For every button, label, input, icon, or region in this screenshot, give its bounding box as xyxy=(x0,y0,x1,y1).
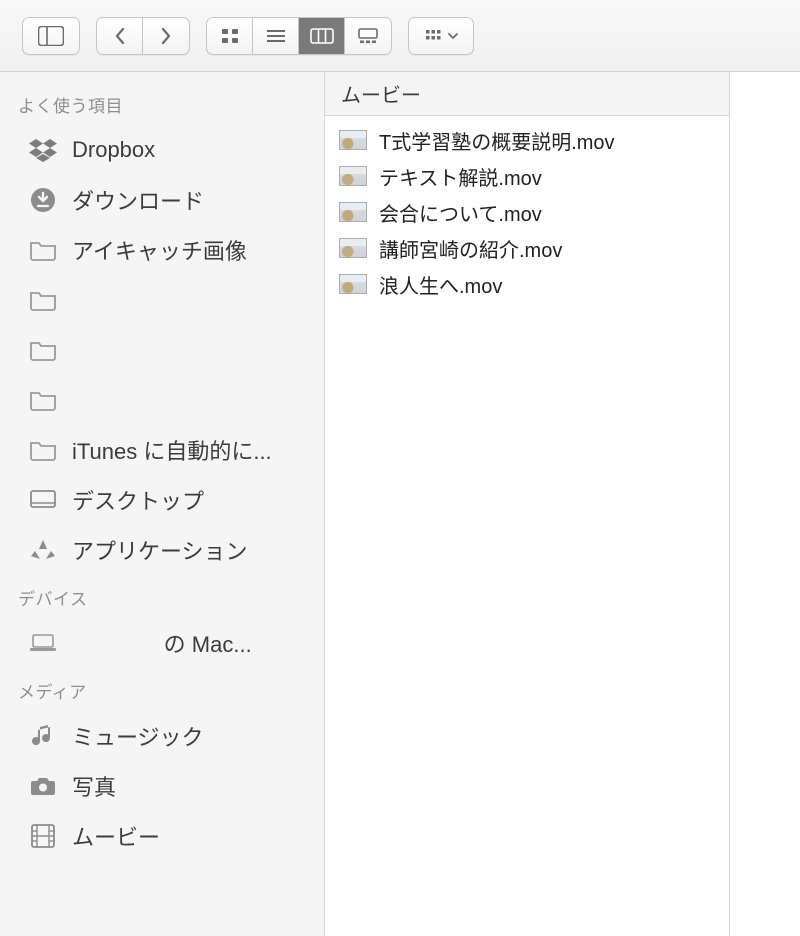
sidebar-item-label: アプリケーション xyxy=(72,534,248,566)
sidebar-item-label: ダウンロード xyxy=(72,184,204,216)
sidebar-item-folder-1[interactable]: アイキャッチ画像 xyxy=(0,225,324,275)
dropbox-icon xyxy=(28,135,58,165)
file-name: T式学習塾の概要説明.mov xyxy=(379,126,615,155)
view-column-button[interactable] xyxy=(299,18,345,54)
toolbar xyxy=(0,0,800,72)
file-item[interactable]: T式学習塾の概要説明.mov xyxy=(325,122,729,158)
video-thumbnail-icon xyxy=(339,202,367,222)
film-icon xyxy=(28,821,58,851)
view-gallery-button[interactable] xyxy=(345,18,391,54)
column-header: ムービー xyxy=(325,72,729,116)
folder-icon xyxy=(28,235,58,265)
file-name: 浪人生へ.mov xyxy=(379,270,502,299)
file-name: テキスト解説.mov xyxy=(379,162,542,191)
sidebar-item-music[interactable]: ミュージック xyxy=(0,711,324,761)
sidebar-item-desktop[interactable]: デスクトップ xyxy=(0,475,324,525)
sidebar-item-photos[interactable]: 写真 xyxy=(0,761,324,811)
sidebar-item-label: ムービー xyxy=(72,820,160,852)
finder-window: よく使う項目 Dropbox ダウンロード アイキャッチ画像 xyxy=(0,0,800,936)
sidebar-section-favorites: よく使う項目 xyxy=(0,82,324,125)
view-list-button[interactable] xyxy=(253,18,299,54)
sidebar-item-mac[interactable]: の Mac... xyxy=(0,618,324,668)
sidebar-item-applications[interactable]: アプリケーション xyxy=(0,525,324,575)
chevron-down-icon xyxy=(448,32,458,40)
preview-column xyxy=(730,72,800,936)
sidebar-item-folder-4[interactable] xyxy=(0,375,324,425)
sidebar-item-dropbox[interactable]: Dropbox xyxy=(0,125,324,175)
nav-group xyxy=(96,17,190,55)
sidebar-item-label: 写真 xyxy=(72,770,116,802)
sidebar-icon xyxy=(38,26,64,46)
gallery-icon xyxy=(357,27,379,45)
sidebar-item-folder-3[interactable] xyxy=(0,325,324,375)
back-button[interactable] xyxy=(97,18,143,54)
arrange-button[interactable] xyxy=(409,18,473,54)
view-mode-group xyxy=(206,17,392,55)
file-item[interactable]: 会合について.mov xyxy=(325,194,729,230)
chevron-right-icon xyxy=(159,27,173,45)
arrange-group xyxy=(408,17,474,55)
sidebar-toggle-group xyxy=(22,17,80,55)
applications-icon xyxy=(28,535,58,565)
video-thumbnail-icon xyxy=(339,130,367,150)
music-icon xyxy=(28,721,58,751)
sidebar-item-label: アイキャッチ画像 xyxy=(72,234,247,266)
desktop-icon xyxy=(28,485,58,515)
window-body: よく使う項目 Dropbox ダウンロード アイキャッチ画像 xyxy=(0,72,800,936)
file-list: T式学習塾の概要説明.mov テキスト解説.mov 会合について.mov 講師宮… xyxy=(325,116,729,936)
file-item[interactable]: テキスト解説.mov xyxy=(325,158,729,194)
sidebar-item-downloads[interactable]: ダウンロード xyxy=(0,175,324,225)
grid-icon xyxy=(220,27,240,45)
laptop-icon xyxy=(28,628,58,658)
sidebar-item-label: デスクトップ xyxy=(72,484,204,516)
sidebar-item-itunes[interactable]: iTunes に自動的に... xyxy=(0,425,324,475)
sidebar-section-devices: デバイス xyxy=(0,575,324,618)
folder-icon xyxy=(28,385,58,415)
sidebar-item-movies[interactable]: ムービー xyxy=(0,811,324,861)
sidebar-item-label: iTunes に自動的に... xyxy=(72,434,272,466)
video-thumbnail-icon xyxy=(339,166,367,186)
forward-button[interactable] xyxy=(143,18,189,54)
sidebar-toggle-button[interactable] xyxy=(23,18,79,54)
column-view: ムービー T式学習塾の概要説明.mov テキスト解説.mov 会合について.mo… xyxy=(325,72,800,936)
file-item[interactable]: 講師宮崎の紹介.mov xyxy=(325,230,729,266)
sidebar-item-label: の Mac... xyxy=(72,627,252,659)
video-thumbnail-icon xyxy=(339,238,367,258)
sidebar-item-label: Dropbox xyxy=(72,137,155,163)
view-icon-button[interactable] xyxy=(207,18,253,54)
sidebar-item-folder-2[interactable] xyxy=(0,275,324,325)
file-name: 講師宮崎の紹介.mov xyxy=(379,234,562,263)
camera-icon xyxy=(28,771,58,801)
sidebar-item-label: ミュージック xyxy=(72,720,204,752)
columns-icon xyxy=(310,27,334,45)
file-name: 会合について.mov xyxy=(379,198,542,227)
arrange-icon xyxy=(424,28,446,44)
video-thumbnail-icon xyxy=(339,274,367,294)
folder-icon xyxy=(28,285,58,315)
sidebar: よく使う項目 Dropbox ダウンロード アイキャッチ画像 xyxy=(0,72,325,936)
sidebar-section-media: メディア xyxy=(0,668,324,711)
download-icon xyxy=(28,185,58,215)
file-column: ムービー T式学習塾の概要説明.mov テキスト解説.mov 会合について.mo… xyxy=(325,72,730,936)
folder-icon xyxy=(28,435,58,465)
list-icon xyxy=(265,27,287,45)
folder-icon xyxy=(28,335,58,365)
chevron-left-icon xyxy=(113,27,127,45)
file-item[interactable]: 浪人生へ.mov xyxy=(325,266,729,302)
